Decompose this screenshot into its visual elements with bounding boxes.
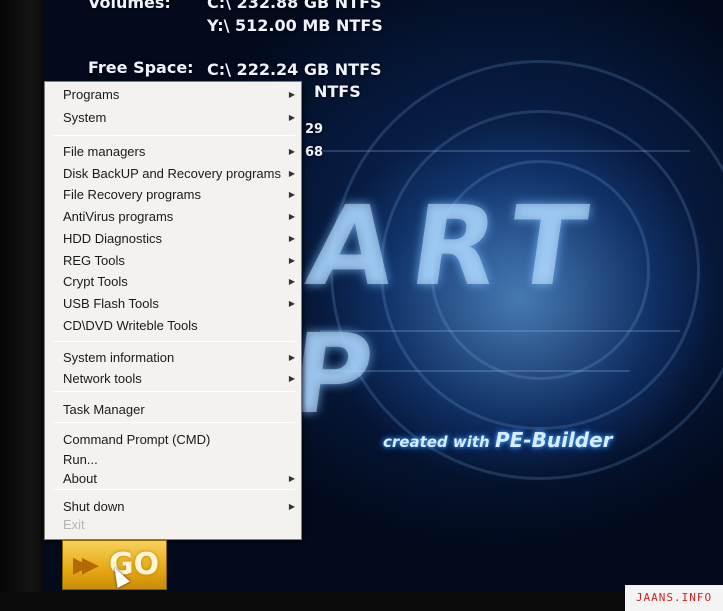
menu-item[interactable]: File managers ▶: [45, 142, 301, 162]
menu-item-label: Run...: [63, 451, 98, 467]
menu-separator: [53, 391, 295, 392]
volume-c: C:\ 232.88 GB NTFS: [207, 0, 382, 12]
created-with-text: created with: [383, 433, 490, 451]
submenu-arrow-icon: ▶: [288, 474, 295, 483]
menu-item[interactable]: File Recovery programs ▶: [45, 185, 301, 205]
submenu-arrow-icon: ▶: [288, 255, 295, 265]
submenu-arrow-icon: ▶: [288, 233, 295, 243]
menu-item-label: USB Flash Tools: [63, 295, 159, 311]
menu-item[interactable]: About ▶: [45, 469, 301, 489]
submenu-arrow-icon: ▶: [288, 353, 295, 362]
menu-item[interactable]: HDD Diagnostics ▶: [45, 229, 301, 249]
menu-separator: [53, 341, 295, 342]
submenu-arrow-icon: ▶: [288, 373, 295, 383]
submenu-arrow-icon: ▶: [288, 90, 295, 99]
monitor-bezel: [0, 0, 44, 611]
submenu-arrow-icon: ▶: [288, 277, 295, 287]
monitor-bezel-bottom: [0, 592, 723, 611]
start-menu: Programs ▶ System ▶ File managers ▶ Disk BackU…: [44, 81, 302, 540]
submenu-arrow-icon: ▶: [288, 147, 295, 156]
volume-y: Y:\ 512.00 MB NTFS: [207, 16, 383, 35]
info-value: 68: [305, 145, 324, 160]
pe-builder-text: PE-Builder: [494, 428, 613, 452]
menu-item-label: File Recovery programs: [63, 187, 201, 203]
menu-item-label: Task Manager: [63, 402, 145, 417]
menu-item[interactable]: USB Flash Tools ▶: [45, 294, 301, 314]
free-space-y: NTFS: [314, 82, 361, 101]
menu-item-label: About: [63, 471, 97, 486]
submenu-arrow-icon: ▶: [288, 298, 295, 308]
submenu-arrow-icon: ▶: [288, 168, 295, 178]
menu-item-label: CD\DVD Writeble Tools: [63, 317, 198, 333]
menu-item[interactable]: Run...: [45, 450, 301, 470]
menu-separator: [53, 422, 295, 423]
double-arrow-icon: ▶▶: [73, 553, 99, 578]
submenu-arrow-icon: ▶: [288, 190, 295, 200]
menu-item[interactable]: Command Prompt (CMD): [45, 430, 301, 450]
submenu-arrow-icon: ▶: [288, 112, 295, 122]
menu-separator: [53, 489, 295, 490]
menu-item-label: HDD Diagnostics: [63, 230, 162, 246]
menu-item[interactable]: Programs ▶: [45, 85, 301, 105]
submenu-arrow-icon: ▶: [288, 502, 295, 511]
menu-item-label: File managers: [63, 144, 146, 159]
menu-item[interactable]: Network tools ▶: [45, 369, 301, 389]
menu-item-label: Command Prompt (CMD): [63, 432, 211, 447]
menu-item-label: REG Tools: [63, 252, 125, 268]
menu-item-label: System: [63, 109, 107, 125]
menu-item[interactable]: Disk BackUP and Recovery programs ▶: [45, 164, 301, 184]
watermark: JAANS.INFO: [625, 585, 723, 611]
info-value: 29: [305, 122, 324, 137]
menu-item-label: AntiVirus programs: [63, 209, 174, 225]
menu-item-label: Shut down: [63, 499, 125, 514]
bartpe-logo: ART P: [282, 182, 612, 438]
menu-item-label: Disk BackUP and Recovery programs: [63, 165, 281, 181]
free-space-c: C:\ 222.24 GB NTFS: [207, 60, 382, 79]
menu-item[interactable]: AntiVirus programs ▶: [45, 207, 301, 227]
menu-item-label: Network tools: [63, 370, 142, 386]
menu-item-label: System information: [63, 350, 175, 365]
volumes-label: Volumes:: [88, 0, 171, 12]
menu-item[interactable]: Task Manager: [45, 400, 301, 420]
menu-item[interactable]: CD\DVD Writeble Tools: [45, 316, 301, 336]
menu-item[interactable]: REG Tools ▶: [45, 251, 301, 271]
menu-item[interactable]: System information ▶: [45, 348, 301, 368]
menu-item[interactable]: System ▶: [45, 108, 301, 128]
menu-item-label: Exit: [63, 517, 85, 532]
menu-separator: [53, 135, 295, 136]
submenu-arrow-icon: ▶: [288, 212, 295, 222]
free-space-label: Free Space:: [88, 58, 194, 77]
glow-wave: [310, 150, 690, 152]
menu-item-label: Crypt Tools: [63, 274, 128, 290]
menu-item[interactable]: Shut down ▶: [45, 497, 301, 517]
menu-item-label: Programs: [63, 87, 120, 102]
menu-item: Exit: [45, 515, 301, 535]
created-with-label: created with PE-Builder: [383, 428, 613, 452]
menu-item[interactable]: Crypt Tools ▶: [45, 272, 301, 292]
